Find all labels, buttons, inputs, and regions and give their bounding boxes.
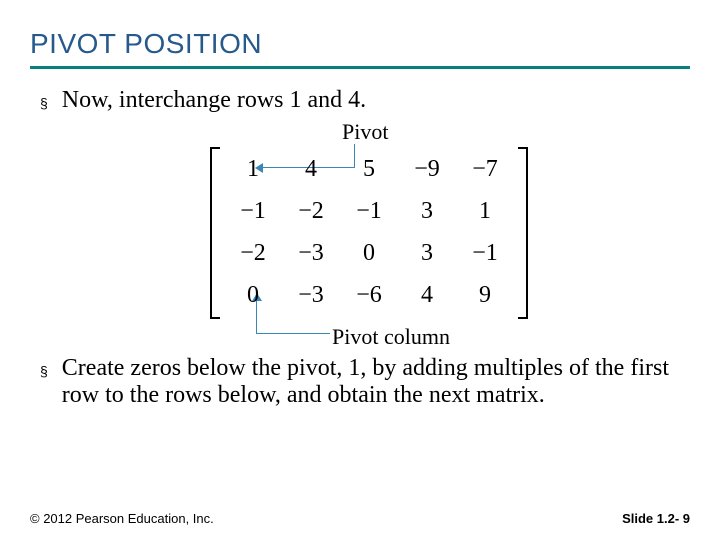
matrix-cell: −2: [240, 240, 266, 268]
matrix-cell: 5: [363, 156, 375, 184]
matrix-cell: 3: [421, 240, 433, 268]
matrix-cell: 3: [421, 198, 433, 226]
callout-line: [256, 333, 330, 334]
bullet-2: § Create zeros below the pivot, 1, by ad…: [40, 355, 680, 410]
matrix: 1 4 5 −9 −7 −1 −2 −1 3 1 −2 −3 0 3 −1 0: [210, 147, 528, 319]
matrix-cell: 0: [363, 240, 375, 268]
bullet-mark-icon: §: [40, 363, 48, 379]
pivot-label: Pivot: [342, 119, 388, 144]
matrix-cell: −1: [356, 198, 382, 226]
matrix-cell: 0: [247, 282, 259, 310]
matrix-cell: −1: [240, 198, 266, 226]
bracket-left-icon: [210, 147, 220, 319]
slide: PIVOT POSITION § Now, interchange rows 1…: [0, 0, 720, 540]
matrix-cell: −9: [414, 156, 440, 184]
matrix-cell: −3: [298, 282, 324, 310]
copyright-text: © 2012 Pearson Education, Inc.: [30, 511, 214, 526]
matrix-cell: −6: [356, 282, 382, 310]
matrix-cell: −2: [298, 198, 324, 226]
footer: © 2012 Pearson Education, Inc. Slide 1.2…: [0, 511, 720, 526]
matrix-cell: 4: [421, 282, 433, 310]
matrix-cell: −3: [298, 240, 324, 268]
matrix-figure: Pivot Pivot column 1 4 5 −9 −7 −1 −2 −1: [40, 119, 680, 349]
bullet-mark-icon: §: [40, 95, 48, 111]
bullet-1-text: Now, interchange rows 1 and 4.: [62, 87, 680, 115]
bullet-1: § Now, interchange rows 1 and 4.: [40, 87, 680, 115]
matrix-cell: 1: [479, 198, 491, 226]
slide-title: PIVOT POSITION: [30, 28, 720, 60]
matrix-cell: 9: [479, 282, 491, 310]
matrix-cell: 1: [247, 156, 259, 184]
matrix-grid: 1 4 5 −9 −7 −1 −2 −1 3 1 −2 −3 0 3 −1 0: [220, 147, 518, 319]
slide-body: § Now, interchange rows 1 and 4. Pivot P…: [0, 69, 720, 410]
matrix-cell: −1: [472, 240, 498, 268]
matrix-cell: 4: [305, 156, 317, 184]
slide-number: Slide 1.2- 9: [622, 511, 690, 526]
bracket-right-icon: [518, 147, 528, 319]
pivot-column-label: Pivot column: [332, 324, 450, 349]
matrix-cell: −7: [472, 156, 498, 184]
bullet-2-text: Create zeros below the pivot, 1, by addi…: [62, 355, 680, 410]
title-block: PIVOT POSITION: [0, 0, 720, 69]
